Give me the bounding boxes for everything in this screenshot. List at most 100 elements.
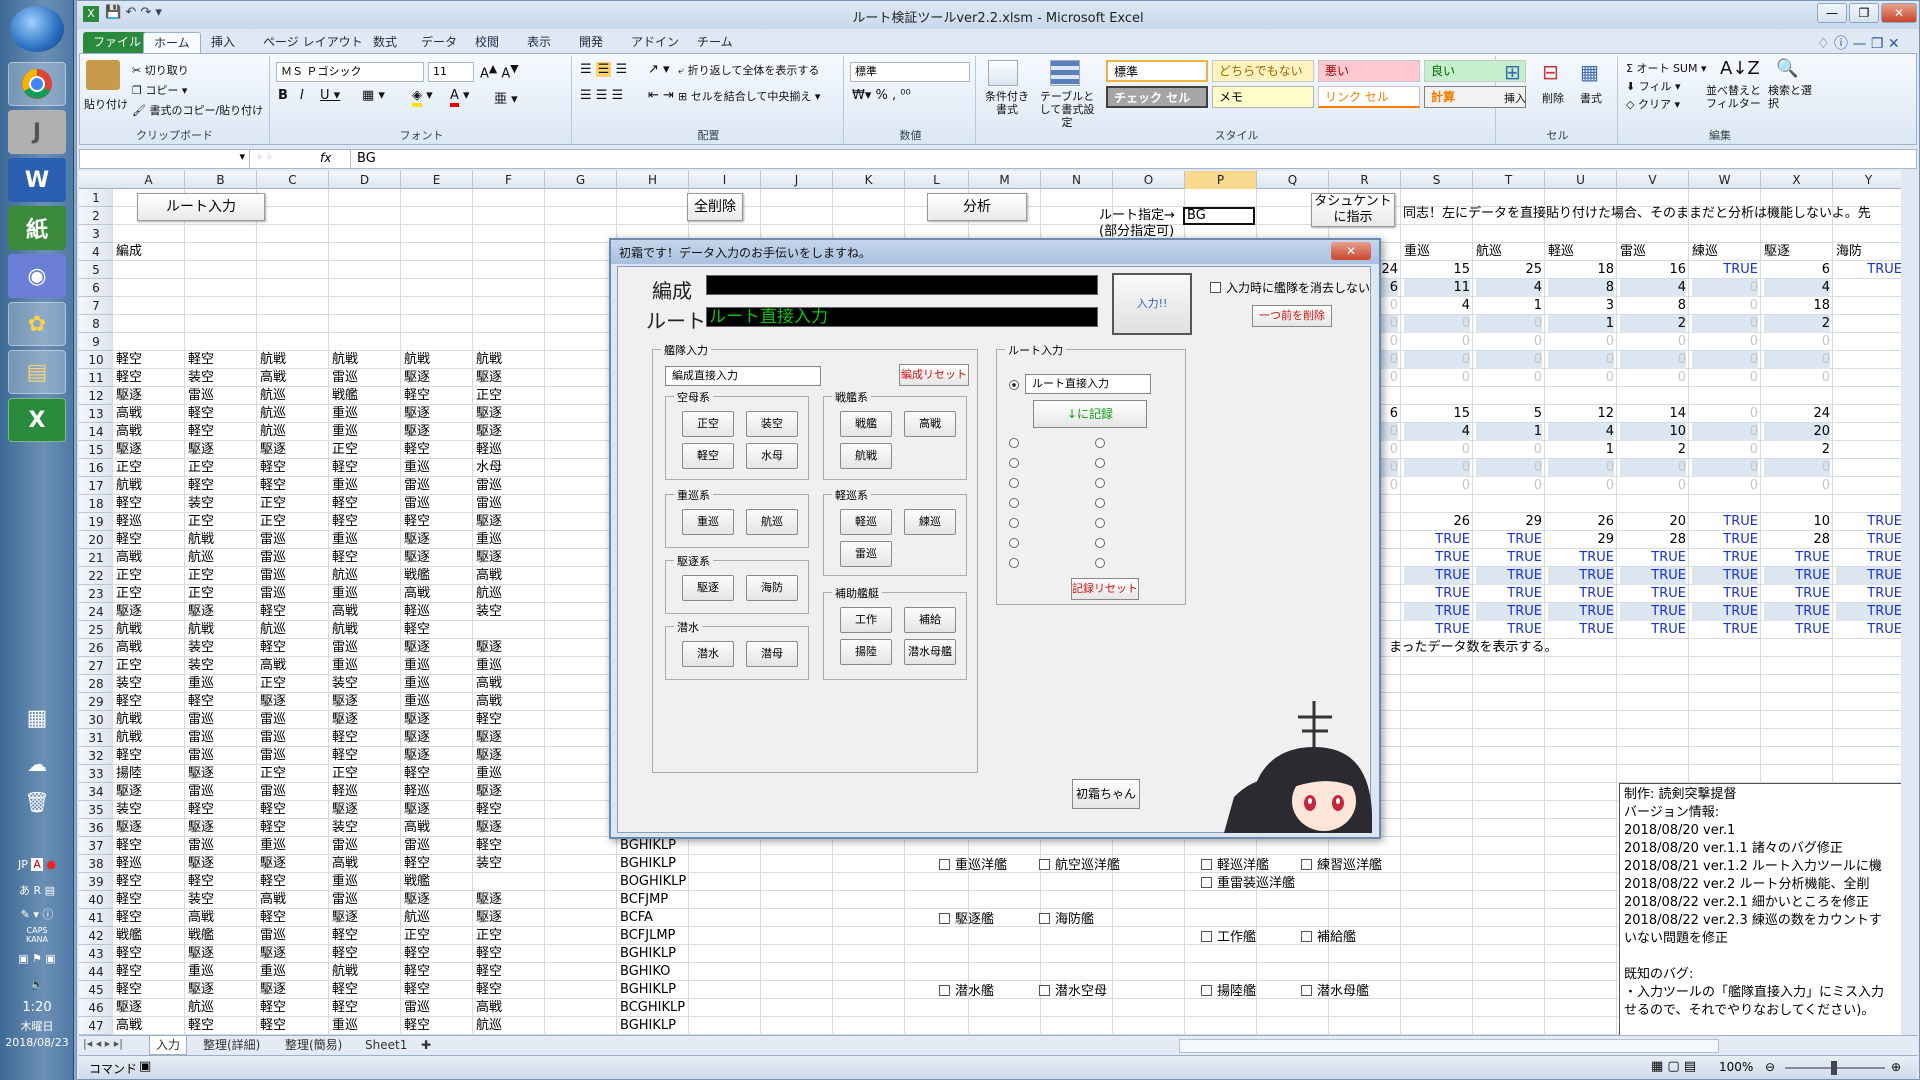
tab-developer[interactable]: 開発 [569,32,613,53]
ship-type-button[interactable]: 駆逐 [682,575,734,601]
style-normal[interactable]: 標準 [1106,60,1208,82]
ship-type-button[interactable]: 雷巡 [840,541,892,567]
route-slot-radio[interactable] [1009,558,1019,568]
merge-center-button[interactable]: ⊞ セルを結合して中央揃え ▾ [678,88,820,104]
tab-insert[interactable]: 挿入 [201,32,245,53]
ship-type-button[interactable]: 揚陸 [840,639,892,665]
j-app-icon[interactable]: J [8,110,66,154]
cut-button[interactable]: ✂ 切り取り [132,62,189,78]
ship-type-button[interactable]: 重巡 [682,509,734,535]
indent-buttons[interactable]: ⇤ ⇥ [648,88,674,103]
valign-buttons[interactable]: ☰ ☰ ☰ [580,62,627,77]
route-slot-radio[interactable] [1095,438,1105,448]
word-icon[interactable]: W [8,158,66,202]
ship-type-button[interactable]: 工作 [840,607,892,633]
ship-type-checkbox[interactable]: 工作艦 [1201,929,1305,947]
format-cells-button[interactable]: 書式 [1580,90,1602,106]
tab-data[interactable]: データ [411,32,467,53]
onedrive-icon[interactable]: ☁ [0,752,74,776]
title-bar[interactable]: X 💾 ↶ ↷ ▾ ルート検証ツールver2.2.xlsm - Microsof… [77,1,1919,29]
ship-type-button[interactable]: 潜母 [746,641,798,667]
tab-page-layout[interactable]: ページ レイアウト [253,32,373,53]
sheet-tab-detail[interactable]: 整理(詳細) [197,1036,266,1055]
underline-button[interactable]: U ▾ [320,88,340,103]
dialog-title-bar[interactable]: 初霜です！データ入力のお手伝いをしますね。 ✕ [611,240,1379,264]
font-grow-button[interactable]: A▲ A▼ [480,62,519,81]
formula-input[interactable]: BG [350,150,1890,168]
ship-type-checkbox[interactable]: 練習巡洋艦 [1301,857,1405,875]
insert-cells-icon[interactable]: ⊞ [1504,60,1521,84]
style-memo[interactable]: メモ [1212,86,1314,108]
route-slot-radio[interactable] [1095,478,1105,488]
sheet-nav-buttons[interactable]: |◂ ◂ ▸ ▸| [83,1037,123,1050]
zoom-level[interactable]: 100% [1719,1060,1753,1074]
ship-type-button[interactable]: 海防 [746,575,798,601]
copy-button[interactable]: ❐ コピー ▾ [132,82,187,98]
green-app-icon[interactable]: 紙 [8,206,66,250]
tab-file[interactable]: ファイル [83,32,152,53]
volume-icon[interactable]: 🔈 [0,978,74,991]
tray-icons[interactable]: ▣ ⚑ ▣ [0,952,74,965]
border-button[interactable]: ▦ ▾ [362,88,385,103]
calendar-tray-icon[interactable]: ▦ [0,706,74,731]
fill-button[interactable]: ⬇ フィル ▾ [1626,78,1681,94]
font-color-button[interactable]: A ▾ [450,88,470,107]
font-size-select[interactable]: 11 [428,62,474,82]
format-cells-icon[interactable]: ▦ [1580,60,1599,84]
ship-type-checkbox[interactable]: 重巡洋艦 [939,857,1043,875]
tab-formulas[interactable]: 数式 [363,32,407,53]
delete-cells-button[interactable]: 削除 [1542,90,1564,106]
enter-button[interactable]: 入力!! [1112,273,1192,335]
halign-buttons[interactable]: ☰ ☰ ☰ [580,88,623,103]
sheet-tab-input[interactable]: 入力 [149,1036,188,1055]
ship-type-checkbox[interactable]: 航空巡洋艦 [1039,857,1143,875]
flower-app-icon[interactable]: ✿ [8,302,66,346]
autosum-button[interactable]: Σ オート SUM ▾ [1626,60,1707,76]
zoom-in-icon[interactable]: ⊕ [1891,1060,1901,1074]
format-painter-button[interactable]: 🖌 書式のコピー/貼り付け [132,102,263,118]
route-slot-radio[interactable] [1095,498,1105,508]
conditional-format-button[interactable]: 条件付き書式 [980,90,1034,116]
sheet-tab-simple[interactable]: 整理(簡易) [279,1036,348,1055]
excel-taskbar-icon[interactable]: X [8,398,66,442]
recycle-bin-icon[interactable]: 🗑 [0,790,74,814]
ship-type-checkbox[interactable]: 潜水空母 [1039,983,1143,1001]
name-box[interactable]: ▾ [80,150,250,168]
formula-cancel-enter[interactable]: ◦ ◦ [256,151,296,167]
route-slot-radio[interactable] [1009,518,1019,528]
ship-type-button[interactable]: 練巡 [904,509,956,535]
route-slot-radio[interactable] [1009,458,1019,468]
tab-team[interactable]: チーム [687,32,743,53]
ship-type-button[interactable]: 潜水母艦 [904,639,956,665]
table-format-button[interactable]: テーブルとして書式設定 [1036,90,1098,129]
fx-button[interactable]: fx [320,151,331,165]
ship-type-checkbox[interactable]: 駆逐艦 [939,911,1043,929]
clock-time[interactable]: 1:20 [0,1000,74,1015]
explorer-icon[interactable]: ▤ [8,350,66,394]
style-bad[interactable]: 悪い [1318,60,1420,82]
ime-indicator[interactable]: JP A ● [0,858,74,871]
view-buttons[interactable]: ▦ ▢ ▤ [1651,1059,1696,1074]
help-icons[interactable]: ♢ ⓘ — ❐ ✕ [1817,33,1900,53]
ship-type-button[interactable]: 補給 [904,607,956,633]
delete-previous-button[interactable]: 一つ前を削除 [1252,305,1332,327]
style-neutral[interactable]: どちらでもない [1212,60,1314,82]
ship-type-button[interactable]: 正空 [682,411,734,437]
macro-record-icon[interactable]: ▣ [139,1059,151,1074]
zoom-slider-thumb[interactable] [1831,1061,1837,1075]
horizontal-scrollbar[interactable] [1179,1039,1719,1053]
fill-color-button[interactable]: ◈ ▾ [412,88,433,107]
ship-type-checkbox[interactable]: 潜水母艦 [1301,983,1405,1001]
ship-type-checkbox[interactable]: 潜水艦 [939,983,1043,1001]
font-name-select[interactable]: ＭＳ Ｐゴシック [276,62,424,82]
ime-toolbar[interactable]: あ R ▤ [0,882,74,898]
ship-type-button[interactable]: 航巡 [746,509,798,535]
record-reset-button[interactable]: 記録リセット [1071,578,1139,600]
find-select-button[interactable]: 検索と選択 [1768,84,1814,110]
ship-type-button[interactable]: 水母 [746,443,798,469]
number-format-select[interactable]: 標準 [850,62,970,82]
ship-type-checkbox[interactable]: 重雷装巡洋艦 [1201,875,1305,893]
route-slot-radio[interactable] [1009,478,1019,488]
ship-type-button[interactable]: 潜水 [682,641,734,667]
find-select-icon[interactable]: 🔍 [1776,58,1798,79]
